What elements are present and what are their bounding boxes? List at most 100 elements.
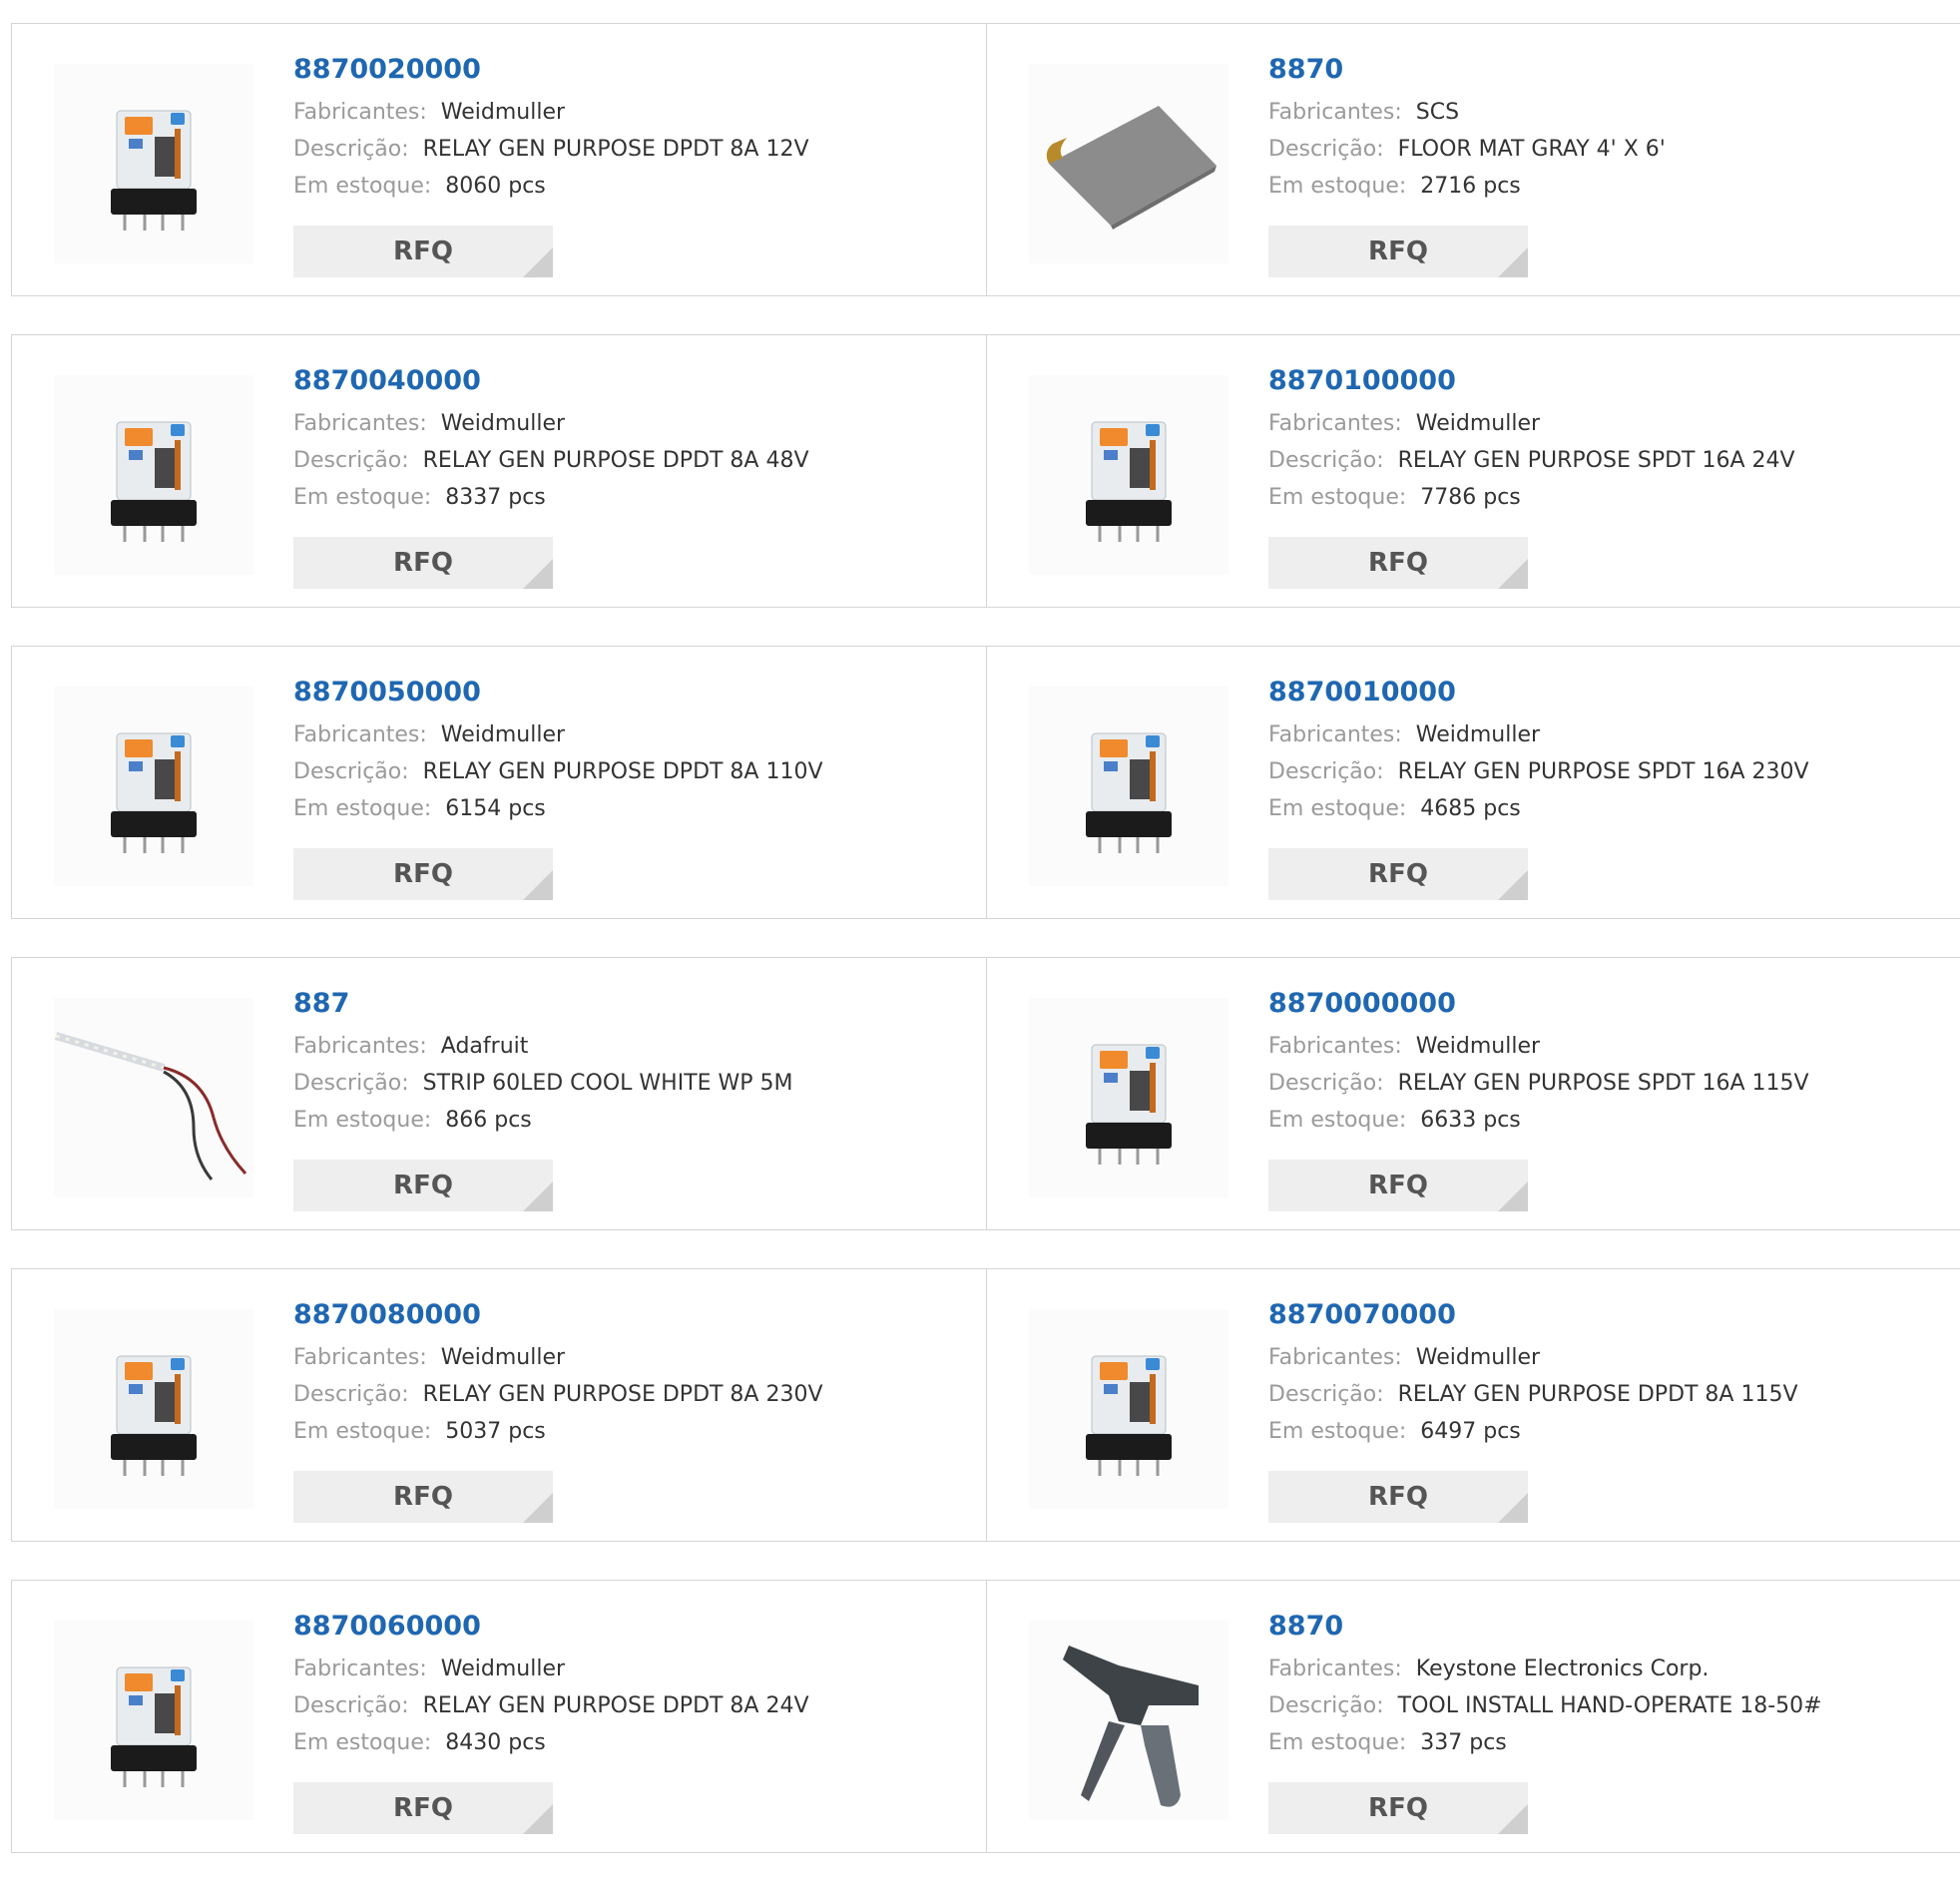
stock-label: Em estoque: <box>1268 1108 1407 1133</box>
manufacturer-value: Weidmuller <box>440 411 566 436</box>
product-image[interactable] <box>54 1621 253 1820</box>
rfq-button[interactable]: RFQ <box>1268 1782 1528 1834</box>
part-number-link[interactable]: 8870060000 <box>293 1609 481 1645</box>
part-number-link[interactable]: 8870070000 <box>1268 1297 1456 1333</box>
product-card: 887 Fabricantes: Adafruit Descrição: STRIP… <box>12 958 986 1229</box>
description-line: Descrição: RELAY GEN PURPOSE SPDT 16A 230… <box>1268 753 1950 790</box>
manufacturer-value: Weidmuller <box>1415 411 1541 436</box>
stock-line: Em estoque: 4685 pcs <box>1268 790 1950 827</box>
product-image[interactable] <box>54 687 253 886</box>
corner-triangle-icon <box>1498 1493 1528 1523</box>
rfq-button[interactable]: RFQ <box>293 848 553 900</box>
product-card: 8870080000 Fabricantes: Weidmuller Descri… <box>12 1269 986 1541</box>
rfq-label: RFQ <box>393 1793 453 1823</box>
manufacturer-label: Fabricantes: <box>293 100 427 125</box>
manufacturer-line: Fabricantes: SCS <box>1268 94 1950 131</box>
stock-value: 6497 pcs <box>1420 1419 1521 1444</box>
product-card: 8870010000 Fabricantes: Weidmuller Descri… <box>986 647 1960 918</box>
product-image[interactable] <box>54 64 253 263</box>
manufacturer-line: Fabricantes: Weidmuller <box>293 716 976 753</box>
manufacturer-label: Fabricantes: <box>293 1034 427 1059</box>
manufacturer-line: Fabricantes: Weidmuller <box>293 1651 976 1687</box>
relay-icon <box>111 732 197 853</box>
description-value: RELAY GEN PURPOSE SPDT 16A 24V <box>1397 448 1795 473</box>
relay-icon <box>111 421 197 542</box>
product-row: 8870080000 Fabricantes: Weidmuller Descri… <box>11 1268 1960 1542</box>
description-value: FLOOR MAT GRAY 4' X 6' <box>1397 137 1666 162</box>
corner-triangle-icon <box>523 559 553 589</box>
manufacturer-line: Fabricantes: Weidmuller <box>293 1339 976 1376</box>
rfq-button[interactable]: RFQ <box>293 537 553 589</box>
product-image[interactable] <box>1029 998 1228 1197</box>
rfq-button[interactable]: RFQ <box>1268 1471 1528 1523</box>
product-image[interactable] <box>54 1309 253 1509</box>
product-image[interactable] <box>1029 1621 1228 1820</box>
product-image[interactable] <box>1029 375 1228 575</box>
product-card: 8870020000 Fabricantes: Weidmuller Descri… <box>12 24 986 295</box>
description-value: RELAY GEN PURPOSE DPDT 8A 115V <box>1397 1382 1798 1407</box>
part-number-link[interactable]: 8870040000 <box>293 363 481 399</box>
part-number-link[interactable]: 8870050000 <box>293 675 481 710</box>
part-number-link[interactable]: 8870080000 <box>293 1297 481 1333</box>
rfq-button[interactable]: RFQ <box>1268 1160 1528 1211</box>
part-number-link[interactable]: 887 <box>293 986 349 1022</box>
product-image[interactable] <box>1029 1309 1228 1509</box>
description-label: Descrição: <box>293 1071 409 1096</box>
stock-value: 4685 pcs <box>1420 796 1521 821</box>
part-number-link[interactable]: 8870020000 <box>293 52 481 88</box>
product-info: 887 Fabricantes: Adafruit Descrição: STRIP… <box>293 986 976 1139</box>
rfq-button[interactable]: RFQ <box>1268 226 1528 277</box>
stock-value: 5037 pcs <box>445 1419 546 1444</box>
product-image[interactable] <box>1029 687 1228 886</box>
part-number-link[interactable]: 8870000000 <box>1268 986 1456 1022</box>
rfq-button[interactable]: RFQ <box>293 1160 553 1211</box>
rfq-button[interactable]: RFQ <box>293 1471 553 1523</box>
rfq-label: RFQ <box>1368 236 1428 266</box>
rfq-button[interactable]: RFQ <box>1268 537 1528 589</box>
product-info: 8870000000 Fabricantes: Weidmuller Descri… <box>1268 986 1950 1139</box>
manufacturer-value: Weidmuller <box>440 722 566 747</box>
rfq-label: RFQ <box>393 548 453 578</box>
part-number-link[interactable]: 8870100000 <box>1268 363 1456 399</box>
part-number-link[interactable]: 8870010000 <box>1268 675 1456 710</box>
corner-triangle-icon <box>523 1182 553 1211</box>
stock-label: Em estoque: <box>1268 174 1407 199</box>
part-number-link[interactable]: 8870 <box>1268 52 1343 88</box>
corner-triangle-icon <box>1498 559 1528 589</box>
product-card: 8870040000 Fabricantes: Weidmuller Descri… <box>12 335 986 607</box>
corner-triangle-icon <box>1498 870 1528 900</box>
part-number-link[interactable]: 8870 <box>1268 1609 1343 1645</box>
rfq-label: RFQ <box>393 859 453 889</box>
description-line: Descrição: RELAY GEN PURPOSE DPDT 8A 115V <box>1268 1376 1950 1413</box>
product-card: 8870000000 Fabricantes: Weidmuller Descri… <box>986 958 1960 1229</box>
description-line: Descrição: FLOOR MAT GRAY 4' X 6' <box>1268 131 1950 168</box>
product-image[interactable] <box>54 998 253 1197</box>
manufacturer-line: Fabricantes: Weidmuller <box>293 405 976 442</box>
product-row: 887 Fabricantes: Adafruit Descrição: STRIP… <box>11 957 1960 1230</box>
product-info: 8870050000 Fabricantes: Weidmuller Descri… <box>293 675 976 827</box>
stock-label: Em estoque: <box>293 796 432 821</box>
relay-icon <box>111 1666 197 1787</box>
product-image[interactable] <box>54 375 253 575</box>
description-label: Descrição: <box>293 1693 409 1718</box>
manufacturer-label: Fabricantes: <box>293 1345 427 1370</box>
stock-line: Em estoque: 337 pcs <box>1268 1724 1950 1761</box>
product-card: 8870060000 Fabricantes: Weidmuller Descri… <box>12 1581 986 1852</box>
description-label: Descrição: <box>293 759 409 784</box>
manufacturer-label: Fabricantes: <box>293 411 427 436</box>
rfq-button[interactable]: RFQ <box>1268 848 1528 900</box>
stock-value: 6633 pcs <box>1420 1108 1521 1133</box>
manufacturer-value: SCS <box>1415 100 1460 125</box>
description-value: TOOL INSTALL HAND-OPERATE 18-50# <box>1397 1693 1822 1718</box>
product-card: 8870 Fabricantes: Keystone Electronics Co… <box>986 1581 1960 1852</box>
stock-value: 2716 pcs <box>1420 174 1521 199</box>
manufacturer-label: Fabricantes: <box>1268 100 1402 125</box>
rfq-button[interactable]: RFQ <box>293 226 553 277</box>
product-image[interactable] <box>1029 64 1228 263</box>
stock-value: 8337 pcs <box>445 485 546 510</box>
description-label: Descrição: <box>1268 1071 1384 1096</box>
stock-line: Em estoque: 8337 pcs <box>293 479 976 516</box>
stock-value: 8060 pcs <box>445 174 546 199</box>
rfq-button[interactable]: RFQ <box>293 1782 553 1834</box>
description-label: Descrição: <box>293 137 409 162</box>
